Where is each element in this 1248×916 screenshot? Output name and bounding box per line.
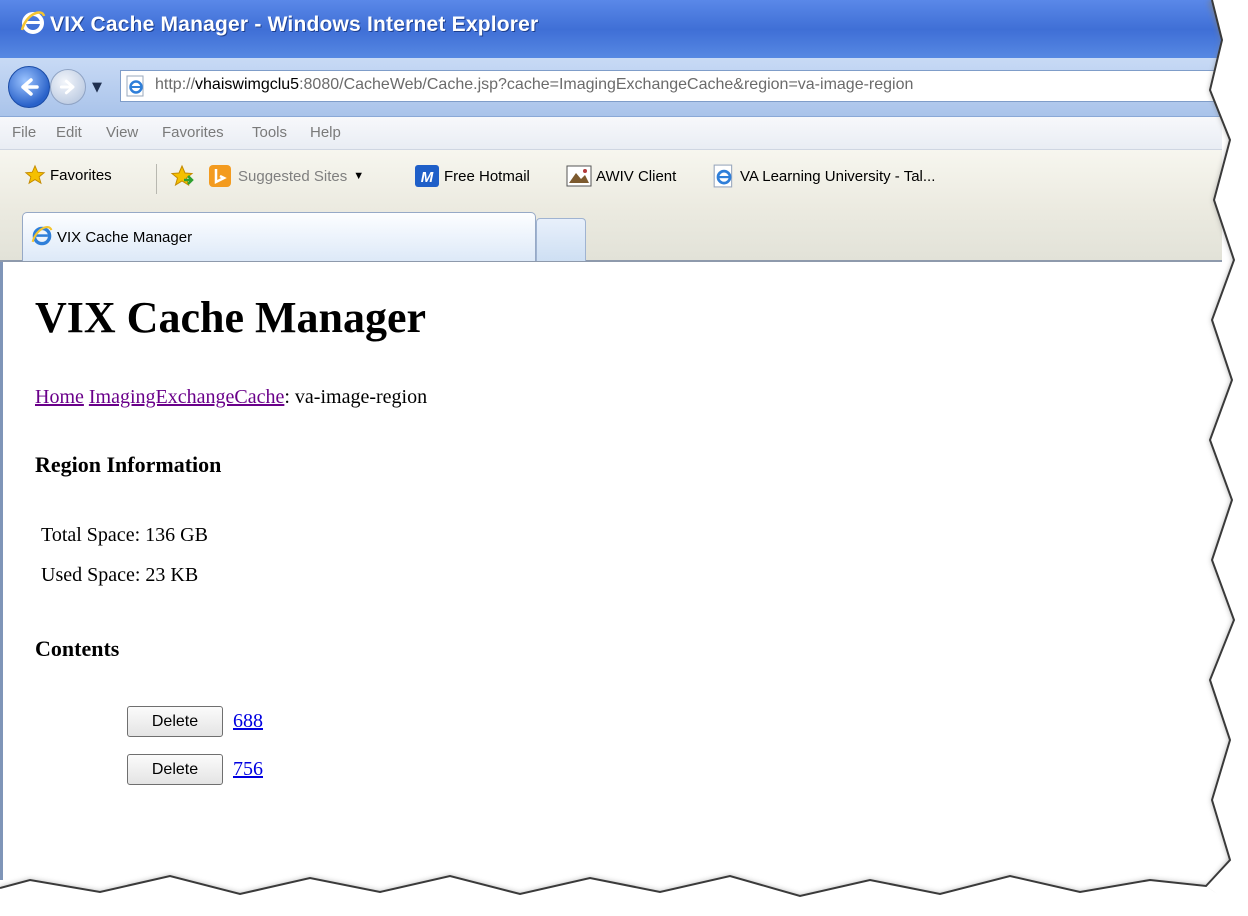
- favorites-label: Favorites: [50, 166, 112, 184]
- favorites-separator: [156, 164, 157, 194]
- address-bar[interactable]: http://vhaiswimgclu5:8080/CacheWeb/Cache…: [120, 70, 1222, 102]
- browser-window: VIX Cache Manager - Windows Internet Exp…: [0, 0, 1222, 880]
- fav-suggested-sites[interactable]: Suggested Sites ▼: [208, 164, 364, 188]
- forward-arrow-icon: [59, 79, 75, 95]
- fav-awiv-client[interactable]: AWIV Client: [566, 164, 676, 188]
- menu-tools[interactable]: Tools: [252, 124, 287, 141]
- entry-link[interactable]: 756: [233, 758, 263, 781]
- bing-icon: [209, 165, 231, 187]
- svg-text:M: M: [421, 169, 434, 186]
- star-icon: [24, 164, 46, 185]
- menu-favorites[interactable]: Favorites: [162, 124, 224, 141]
- used-space-value: Used Space: 23 KB: [41, 564, 199, 586]
- recent-pages-dropdown-icon[interactable]: ▼: [92, 80, 102, 95]
- menu-edit[interactable]: Edit: [56, 124, 82, 141]
- menu-bar: File Edit View Favorites Tools Help: [0, 117, 1222, 150]
- delete-button[interactable]: Delete: [127, 754, 223, 785]
- url-text[interactable]: http://vhaiswimgclu5:8080/CacheWeb/Cache…: [155, 76, 913, 94]
- msn-icon: M: [415, 165, 439, 187]
- suggested-dropdown-icon[interactable]: ▼: [353, 170, 364, 182]
- menu-help[interactable]: Help: [310, 124, 341, 141]
- fav-hotmail-label: Free Hotmail: [444, 167, 530, 185]
- favorites-bar: Favorites Suggested Sites ▼ M Free Hotma…: [0, 150, 1222, 206]
- fav-va-learning-label: VA Learning University - Tal...: [740, 167, 936, 185]
- favorites-button[interactable]: Favorites: [24, 164, 112, 186]
- list-item: Delete 688: [127, 706, 263, 737]
- ie-logo-icon: [31, 226, 53, 246]
- ie-page-icon: [126, 75, 144, 97]
- fav-suggested-label: Suggested Sites: [238, 167, 348, 185]
- tab-label: VIX Cache Manager: [57, 229, 193, 246]
- breadcrumb: Home ImagingExchangeCache: va-image-regi…: [35, 386, 427, 409]
- contents-heading: Contents: [35, 636, 120, 661]
- breadcrumb-region: va-image-region: [289, 386, 428, 408]
- tab-strip: VIX Cache Manager: [0, 206, 1222, 262]
- tab-vix-cache-manager[interactable]: VIX Cache Manager: [22, 212, 536, 261]
- title-bar: VIX Cache Manager - Windows Internet Exp…: [0, 0, 1222, 66]
- breadcrumb-cache-link[interactable]: ImagingExchangeCache: [89, 386, 284, 408]
- entry-link[interactable]: 688: [233, 710, 263, 733]
- fav-free-hotmail[interactable]: M Free Hotmail: [414, 164, 530, 188]
- total-space-value: Total Space: 136 GB: [41, 524, 208, 546]
- delete-button[interactable]: Delete: [127, 706, 223, 737]
- menu-view[interactable]: View: [106, 124, 138, 141]
- url-host: vhaiswimgclu5: [195, 76, 300, 93]
- back-button[interactable]: [8, 66, 50, 108]
- page-content: VIX Cache Manager Home ImagingExchangeCa…: [0, 262, 1222, 880]
- fav-va-learning[interactable]: VA Learning University - Tal...: [712, 164, 935, 188]
- region-info-heading: Region Information: [35, 452, 222, 477]
- ie-logo-icon: [20, 11, 46, 34]
- menu-file[interactable]: File: [12, 124, 36, 141]
- forward-button[interactable]: [50, 69, 86, 105]
- breadcrumb-home-link[interactable]: Home: [35, 386, 84, 408]
- navigation-bar: ▼ http://vhaiswimgclu5:8080/CacheWeb/Cac…: [0, 58, 1222, 117]
- list-item: Delete 756: [127, 754, 263, 785]
- url-prefix: http://: [155, 76, 196, 93]
- window-title: VIX Cache Manager - Windows Internet Exp…: [50, 13, 539, 36]
- new-tab-button[interactable]: [536, 218, 586, 261]
- ie-page-icon: [713, 164, 733, 188]
- url-path: :8080/CacheWeb/Cache.jsp?cache=ImagingEx…: [299, 76, 914, 93]
- fav-awiv-label: AWIV Client: [596, 167, 677, 185]
- image-icon: [566, 165, 592, 187]
- page-title: VIX Cache Manager: [35, 293, 427, 342]
- add-to-favorites-button[interactable]: [170, 164, 194, 188]
- back-arrow-icon: [21, 78, 39, 96]
- add-favorite-star-icon: [170, 164, 194, 187]
